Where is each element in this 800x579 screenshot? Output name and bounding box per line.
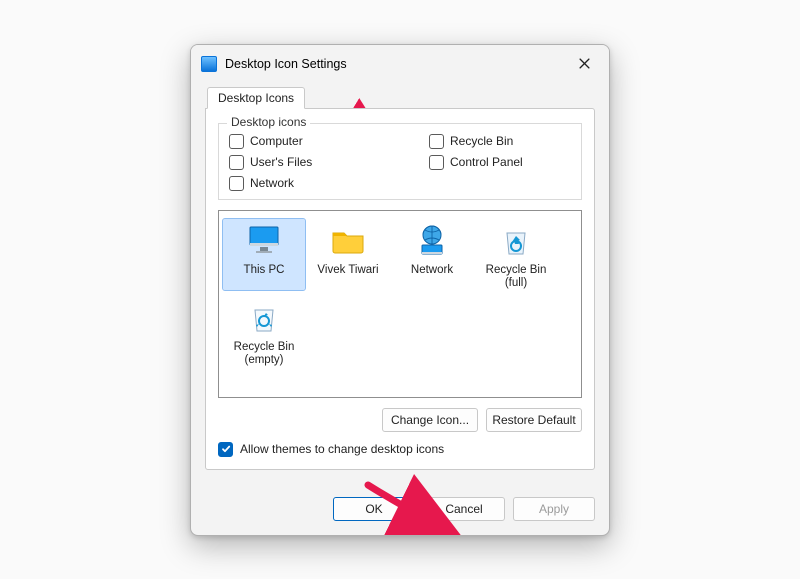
checkbox-label: Control Panel [450, 155, 523, 169]
window-title: Desktop Icon Settings [225, 57, 569, 71]
titlebar: Desktop Icon Settings [191, 45, 609, 83]
monitor-icon [244, 221, 284, 261]
preview-network[interactable]: Network [391, 219, 473, 290]
checkbox-recycle-bin[interactable]: Recycle Bin [429, 134, 579, 149]
recycle-bin-empty-icon [244, 298, 284, 338]
checkbox-computer[interactable]: Computer [229, 134, 379, 149]
preview-label: This PC [243, 264, 286, 290]
desktop-icons-group: Desktop icons Computer User's Files Netw… [218, 123, 582, 200]
close-button[interactable] [569, 53, 599, 75]
preview-this-pc[interactable]: This PC [223, 219, 305, 290]
cancel-button[interactable]: Cancel [423, 497, 505, 521]
checkbox-control-panel[interactable]: Control Panel [429, 155, 579, 170]
dialog-footer: OK Cancel Apply [191, 485, 609, 535]
checkbox-network[interactable]: Network [229, 176, 379, 191]
apply-button[interactable]: Apply [513, 497, 595, 521]
restore-default-button[interactable]: Restore Default [486, 408, 582, 432]
change-icon-button[interactable]: Change Icon... [382, 408, 478, 432]
recycle-bin-full-icon [496, 221, 536, 261]
preview-user-folder[interactable]: Vivek Tiwari [307, 219, 389, 290]
tab-desktop-icons[interactable]: Desktop Icons [207, 87, 305, 109]
checkbox-label: User's Files [250, 155, 312, 169]
preview-recycle-bin-full[interactable]: Recycle Bin (full) [475, 219, 557, 290]
ok-button[interactable]: OK [333, 497, 415, 521]
network-icon [412, 221, 452, 261]
check-icon [221, 444, 231, 454]
dialog-content: Desktop Icons Desktop icons Computer Use… [191, 83, 609, 485]
allow-themes-checkbox[interactable]: Allow themes to change desktop icons [218, 442, 582, 457]
app-icon [201, 56, 217, 72]
preview-label: Recycle Bin (empty) [223, 341, 305, 367]
preview-label: Network [410, 264, 454, 290]
tabpage: Desktop icons Computer User's Files Netw… [205, 108, 595, 470]
checkbox-users-files[interactable]: User's Files [229, 155, 379, 170]
icon-preview-list[interactable]: This PC Vivek Tiwari Network Recycle Bin… [218, 210, 582, 398]
group-title: Desktop icons [227, 115, 310, 129]
preview-label: Recycle Bin (full) [475, 264, 557, 290]
tabstrip: Desktop Icons [205, 83, 595, 109]
allow-themes-label: Allow themes to change desktop icons [240, 442, 444, 456]
checkbox-label: Recycle Bin [450, 134, 513, 148]
folder-icon [328, 221, 368, 261]
preview-recycle-bin-empty[interactable]: Recycle Bin (empty) [223, 296, 305, 367]
preview-label: Vivek Tiwari [316, 264, 379, 290]
checkbox-label: Network [250, 176, 294, 190]
close-icon [579, 58, 590, 69]
checkbox-label: Computer [250, 134, 303, 148]
desktop-icon-settings-dialog: Desktop Icon Settings Desktop Icons Desk… [190, 44, 610, 536]
